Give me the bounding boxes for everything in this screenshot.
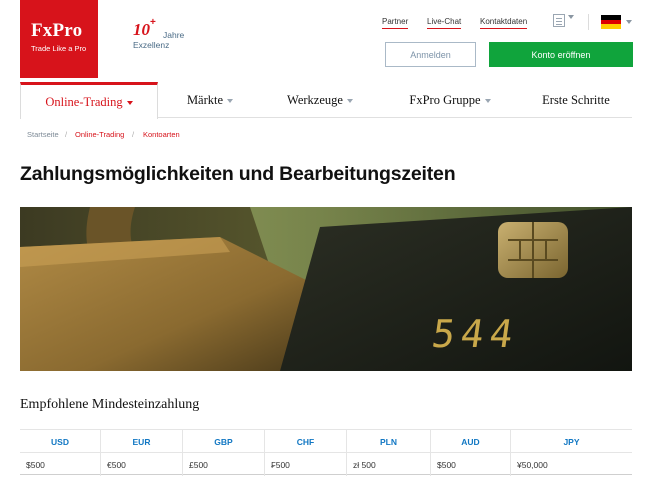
menu-grid-icon[interactable] [553, 14, 565, 27]
breadcrumb-online-trading[interactable]: Online-Trading [75, 130, 124, 139]
deposit-table: USD EUR GBP CHF PLN AUD JPY $500 €500 £5… [20, 429, 632, 476]
open-account-button[interactable]: Konto eröffnen [489, 42, 633, 67]
breadcrumb-account-types[interactable]: Kontoarten [143, 130, 180, 139]
page-title: Zahlungsmöglichkeiten und Bearbeitungsze… [20, 163, 456, 185]
language-chevron-down-icon[interactable] [626, 20, 632, 24]
anniversary-number: 10 [133, 20, 150, 39]
breadcrumb-home[interactable]: Startseite [27, 130, 59, 139]
section-title: Empfohlene Mindesteinzahlung [20, 397, 200, 412]
nav-item-first-steps[interactable]: Erste Schritte [520, 82, 632, 118]
nav-item-tools[interactable]: Werkzeuge [260, 82, 380, 118]
chevron-down-icon [227, 99, 234, 103]
table-header: GBP [182, 430, 264, 453]
breadcrumb-separator: / [65, 130, 68, 139]
table-cell: $500 [26, 459, 45, 470]
table-header-row: USD EUR GBP CHF PLN AUD JPY [20, 429, 632, 453]
chevron-down-icon [346, 99, 353, 103]
table-header: JPY [510, 430, 632, 453]
table-cell: €500 [100, 453, 182, 476]
logo-brand: FxPro [31, 20, 83, 41]
breadcrumb-separator: / [132, 130, 135, 139]
chevron-down-icon [126, 101, 133, 105]
anniversary-sub: Exzellenz [133, 40, 170, 50]
table-header: CHF [264, 430, 346, 453]
table-header: PLN [346, 430, 430, 453]
main-nav: Online-Trading Märkte Werkzeuge FxPro Gr… [20, 82, 632, 119]
nav-label: Erste Schritte [542, 92, 610, 107]
nav-item-online-trading[interactable]: Online-Trading [20, 82, 158, 119]
logo-tagline: Trade Like a Pro [31, 44, 87, 53]
header-divider [588, 14, 589, 30]
table-cell: £500 [182, 453, 264, 476]
german-flag-icon[interactable] [601, 15, 621, 29]
top-link-live-chat[interactable]: Live-Chat [427, 17, 462, 29]
nav-label: Werkzeuge [287, 92, 343, 107]
chevron-down-icon [484, 99, 491, 103]
nav-label: Märkte [186, 92, 224, 107]
table-header: AUD [430, 430, 510, 453]
nav-item-fxpro-group[interactable]: FxPro Gruppe [380, 82, 520, 118]
table-cell: ¥50,000 [510, 453, 632, 476]
table-cell: $500 [430, 453, 510, 476]
anniversary-plus: + [150, 17, 156, 28]
table-row: $500 €500 £500 ₣500 zł 500 $500 ¥50,000 [20, 452, 632, 476]
anniversary-badge: 10+ Jahre Exzellenz [133, 17, 184, 50]
login-button[interactable]: Anmelden [385, 42, 476, 67]
nav-item-markets[interactable]: Märkte [160, 82, 260, 118]
table-header: USD [51, 436, 69, 447]
banner-image: 544 [20, 207, 632, 371]
fxpro-logo[interactable]: FxPro Trade Like a Pro [20, 0, 98, 78]
chevron-down-icon[interactable] [568, 15, 574, 19]
top-link-partner[interactable]: Partner [382, 17, 409, 29]
table-header: EUR [100, 430, 182, 453]
table-cell: ₣500 [264, 453, 346, 476]
top-link-contact[interactable]: Kontaktdaten [480, 17, 528, 29]
card-digits: 544 [429, 313, 522, 357]
anniversary-word: Jahre [163, 30, 185, 40]
nav-label: FxPro Gruppe [409, 92, 481, 107]
table-cell: zł 500 [346, 453, 430, 476]
padlock-credit-card-image: 544 [20, 207, 632, 371]
nav-label: Online-Trading [45, 94, 123, 109]
